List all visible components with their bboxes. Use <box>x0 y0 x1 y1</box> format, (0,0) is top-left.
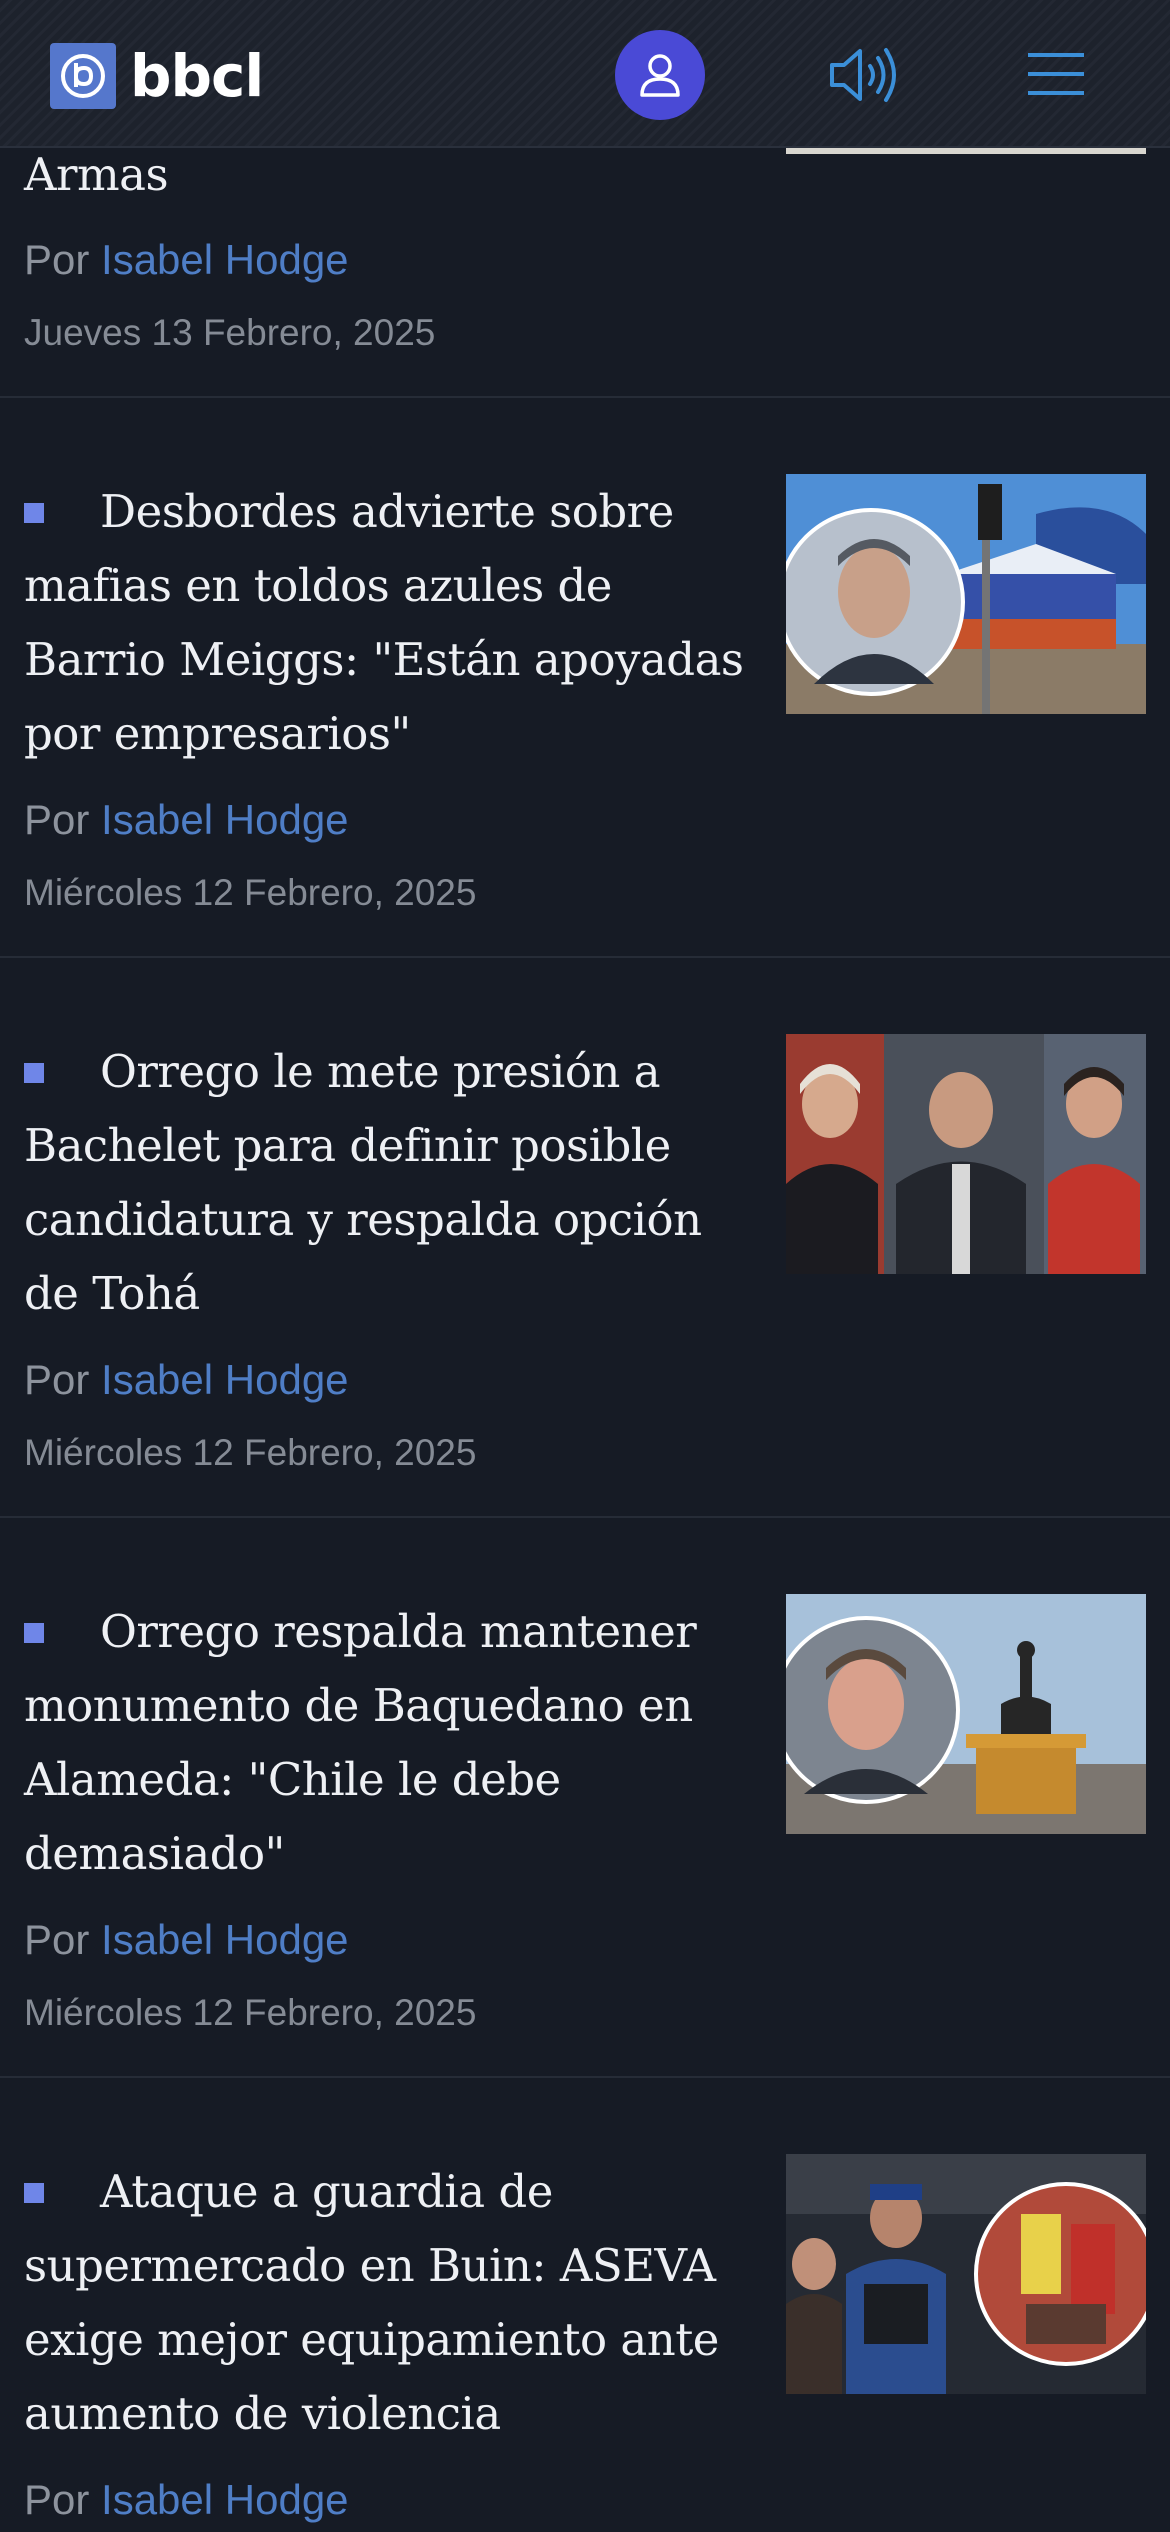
article-title[interactable]: Orrego respalda mantener monumento de Ba… <box>24 1595 764 1891</box>
user-icon <box>640 54 680 97</box>
audio-player-button[interactable] <box>826 40 902 110</box>
bullet-icon <box>24 2183 44 2203</box>
article-byline: Por Isabel Hodge <box>24 1916 349 1963</box>
bbcl-logo-icon <box>50 43 116 109</box>
author-link[interactable]: Isabel Hodge <box>101 236 349 283</box>
article-date: Jueves 13 Febrero, 2025 <box>24 312 436 353</box>
article-title[interactable]: Ataque a guardia de supermercado en Buin… <box>24 2155 764 2451</box>
user-account-button[interactable] <box>615 30 705 120</box>
article-item[interactable]: Ataque a guardia de supermercado en Buin… <box>0 2078 1170 2532</box>
article-byline: Por Isabel Hodge <box>24 796 349 843</box>
article-thumbnail[interactable] <box>786 1034 1146 1274</box>
article-thumbnail[interactable] <box>786 474 1146 714</box>
logo-text: bbcl <box>130 42 264 110</box>
bullet-icon <box>24 1623 44 1643</box>
article-byline: Por Isabel Hodge <box>24 1356 349 1403</box>
article-thumbnail[interactable] <box>786 2154 1146 2394</box>
article-date: Miércoles 12 Febrero, 2025 <box>24 872 477 913</box>
speaker-icon <box>830 48 896 102</box>
article-date: Miércoles 12 Febrero, 2025 <box>24 1992 477 2033</box>
main-menu-button[interactable] <box>1024 44 1088 104</box>
author-link[interactable]: Isabel Hodge <box>101 796 349 843</box>
article-item[interactable]: Orrego respalda mantener monumento de Ba… <box>0 1518 1170 2078</box>
article-item[interactable]: Desbordes advierte sobre mafias en toldo… <box>0 398 1170 958</box>
article-date: Miércoles 12 Febrero, 2025 <box>24 1432 477 1473</box>
bullet-icon <box>24 1063 44 1083</box>
article-title[interactable]: Orrego le mete presión a Bachelet para d… <box>24 1035 764 1331</box>
article-thumbnail[interactable] <box>786 1594 1146 1834</box>
article-byline: Por Isabel Hodge <box>24 2476 349 2523</box>
author-link[interactable]: Isabel Hodge <box>101 1356 349 1403</box>
article-byline: Por Isabel Hodge <box>24 236 349 283</box>
article-title[interactable]: Desbordes advierte sobre mafias en toldo… <box>24 475 764 771</box>
site-logo[interactable]: bbcl <box>50 42 264 110</box>
article-title[interactable]: Armas <box>24 138 764 212</box>
site-header: bbcl <box>0 0 1170 148</box>
bullet-icon <box>24 503 44 523</box>
author-link[interactable]: Isabel Hodge <box>101 1916 349 1963</box>
article-item[interactable]: Orrego le mete presión a Bachelet para d… <box>0 958 1170 1518</box>
news-feed-page: bbcl Armas Por Isabel Hodge Jueves 13 Fe… <box>0 0 1170 2532</box>
author-link[interactable]: Isabel Hodge <box>101 2476 349 2523</box>
hamburger-menu-icon <box>1028 53 1084 95</box>
